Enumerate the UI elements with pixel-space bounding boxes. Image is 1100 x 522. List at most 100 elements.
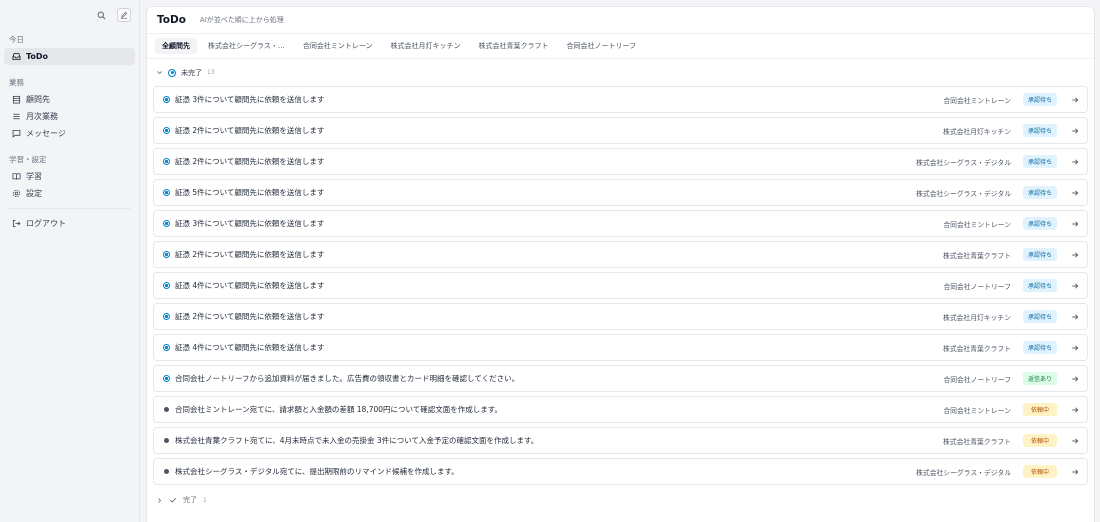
tab-client[interactable]: 合同会社ミントレーン bbox=[296, 38, 380, 54]
todo-row[interactable]: 合同会社ノートリーフから追加資料が届きました。広告費の領収書とカード明細を確認し… bbox=[153, 365, 1088, 392]
arrow-right-icon[interactable] bbox=[1071, 96, 1079, 104]
status-dot-icon bbox=[163, 96, 170, 103]
todo-client: 合同会社ノートリーフ bbox=[943, 375, 1011, 384]
gear-icon bbox=[12, 189, 21, 198]
tab-client[interactable]: 株式会社月灯キッチン bbox=[384, 38, 468, 54]
status-dot-icon bbox=[163, 282, 170, 289]
status-dot-icon bbox=[164, 469, 169, 474]
status-badge: 承認待ち bbox=[1023, 341, 1057, 354]
todo-text: 証憑 5件について顧問先に依頼を送信します bbox=[175, 188, 325, 197]
todo-row[interactable]: 証憑 2件について顧問先に依頼を送信します 株式会社月灯キッチン 承認待ち bbox=[153, 117, 1088, 144]
todo-row[interactable]: 証憑 4件について顧問先に依頼を送信します 株式会社青葉クラフト 承認待ち bbox=[153, 334, 1088, 361]
arrow-right-icon[interactable] bbox=[1071, 406, 1079, 414]
sidebar-item-learning[interactable]: 学習 bbox=[4, 168, 135, 185]
status-dot-icon bbox=[163, 127, 170, 134]
arrow-right-icon[interactable] bbox=[1071, 189, 1079, 197]
todo-text: 証憑 3件について顧問先に依頼を送信します bbox=[175, 219, 325, 228]
done-label: 完了 bbox=[183, 496, 197, 504]
group-done-header[interactable]: 完了 1 bbox=[147, 489, 1094, 511]
arrow-right-icon[interactable] bbox=[1071, 158, 1079, 166]
todo-list: 証憑 3件について顧問先に依頼を送信します 合同会社ミントレーン 承認待ち 証憑 2件… bbox=[147, 86, 1094, 485]
arrow-right-icon[interactable] bbox=[1071, 313, 1079, 321]
todo-client: 株式会社シーグラス・デジタル bbox=[916, 189, 1011, 198]
sidebar-item-clients[interactable]: 顧問先 bbox=[4, 91, 135, 108]
arrow-right-icon[interactable] bbox=[1071, 344, 1079, 352]
todo-row[interactable]: 証憑 2件について顧問先に依頼を送信します 株式会社青葉クラフト 承認待ち bbox=[153, 241, 1088, 268]
todo-client: 合同会社ミントレーン bbox=[943, 96, 1011, 105]
todo-client: 株式会社シーグラス・デジタル bbox=[916, 468, 1011, 477]
todo-text: 証憑 2件について顧問先に依頼を送信します bbox=[175, 126, 325, 135]
sidebar-toolbar bbox=[0, 0, 139, 30]
sidebar-item-todo[interactable]: ToDo bbox=[4, 48, 135, 65]
todo-row[interactable]: 証憑 5件について顧問先に依頼を送信します 株式会社シーグラス・デジタル 承認待ち bbox=[153, 179, 1088, 206]
todo-row[interactable]: 株式会社青葉クラフト宛てに、4月末時点で未入金の売掛金 3件について入金予定の確… bbox=[153, 427, 1088, 454]
status-dot-icon bbox=[163, 220, 170, 227]
sidebar: 今日 ToDo 業務 顧問先 月次業務 メッセージ 学習・設定 学習 設定 ログ… bbox=[0, 0, 140, 522]
sidebar-item-monthly[interactable]: 月次業務 bbox=[4, 108, 135, 125]
status-badge: 承認待ち bbox=[1023, 279, 1057, 292]
status-badge: 承認待ち bbox=[1023, 217, 1057, 230]
inbox-icon bbox=[12, 52, 21, 61]
status-ring-icon bbox=[168, 68, 176, 77]
building-icon bbox=[12, 95, 21, 104]
todo-text: 証憑 3件について顧問先に依頼を送信します bbox=[175, 95, 325, 104]
todo-text: 証憑 2件について顧問先に依頼を送信します bbox=[175, 312, 325, 321]
arrow-right-icon[interactable] bbox=[1071, 437, 1079, 445]
tab-client[interactable]: 合同会社ノートリーフ bbox=[560, 38, 644, 54]
status-dot-icon bbox=[163, 189, 170, 196]
todo-text: 合同会社ミントレーン宛てに、請求額と入金額の差額 18,700円について確認文面… bbox=[175, 405, 503, 414]
group-count: 13 bbox=[207, 69, 215, 76]
logout-icon bbox=[12, 219, 21, 228]
status-badge: 依頼中 bbox=[1023, 403, 1057, 416]
todo-row[interactable]: 証憑 4件について顧問先に依頼を送信します 合同会社ノートリーフ 承認待ち bbox=[153, 272, 1088, 299]
todo-row[interactable]: 株式会社シーグラス・デジタル宛てに、提出期限前のリマインド候補を作成します。 株式… bbox=[153, 458, 1088, 485]
arrow-right-icon[interactable] bbox=[1071, 468, 1079, 476]
logout-button[interactable]: ログアウト bbox=[4, 215, 135, 232]
page-subtitle: AIが並べた順に上から処理 bbox=[199, 16, 284, 24]
check-icon bbox=[169, 497, 177, 503]
status-dot-icon bbox=[163, 251, 170, 258]
status-dot-icon bbox=[163, 158, 170, 165]
arrow-right-icon[interactable] bbox=[1071, 282, 1079, 290]
tab-client[interactable]: 株式会社シーグラス・… bbox=[201, 38, 292, 54]
tab-all-clients[interactable]: 全顧問先 bbox=[155, 38, 197, 54]
todo-row[interactable]: 合同会社ミントレーン宛てに、請求額と入金額の差額 18,700円について確認文面… bbox=[153, 396, 1088, 423]
main-panel: ToDo AIが並べた順に上から処理 全顧問先 株式会社シーグラス・… 合同会社… bbox=[146, 6, 1095, 522]
status-dot-icon bbox=[164, 407, 169, 412]
sidebar-section-work: 業務 bbox=[9, 78, 24, 87]
todo-text: 証憑 2件について顧問先に依頼を送信します bbox=[175, 250, 325, 259]
logout-label: ログアウト bbox=[26, 219, 66, 228]
done-count: 1 bbox=[203, 496, 207, 504]
sidebar-item-label: ToDo bbox=[26, 52, 49, 61]
tab-client[interactable]: 株式会社青葉クラフト bbox=[472, 38, 556, 54]
todo-text: 合同会社ノートリーフから追加資料が届きました。広告費の領収書とカード明細を確認し… bbox=[175, 374, 520, 383]
status-dot-icon bbox=[163, 344, 170, 351]
status-badge: 承認待ち bbox=[1023, 93, 1057, 106]
sidebar-item-settings[interactable]: 設定 bbox=[4, 185, 135, 202]
todo-text: 証憑 4件について顧問先に依頼を送信します bbox=[175, 343, 325, 352]
status-badge: 依頼中 bbox=[1023, 465, 1057, 478]
status-dot-icon bbox=[164, 438, 169, 443]
sidebar-section-learn-settings: 学習・設定 bbox=[9, 155, 47, 164]
todo-row[interactable]: 証憑 2件について顧問先に依頼を送信します 株式会社月灯キッチン 承認待ち bbox=[153, 303, 1088, 330]
sidebar-item-label: 設定 bbox=[26, 189, 42, 198]
client-tabs: 全顧問先 株式会社シーグラス・… 合同会社ミントレーン 株式会社月灯キッチン 株… bbox=[147, 34, 1094, 59]
arrow-right-icon[interactable] bbox=[1071, 375, 1079, 383]
todo-row[interactable]: 証憑 3件について顧問先に依頼を送信します 合同会社ミントレーン 承認待ち bbox=[153, 210, 1088, 237]
sidebar-item-label: 月次業務 bbox=[26, 112, 58, 121]
compose-icon[interactable] bbox=[117, 8, 131, 22]
todo-client: 株式会社青葉クラフト bbox=[943, 437, 1011, 446]
status-dot-icon bbox=[163, 375, 170, 382]
message-icon bbox=[12, 129, 21, 138]
arrow-right-icon[interactable] bbox=[1071, 220, 1079, 228]
status-badge: 依頼中 bbox=[1023, 434, 1057, 447]
search-icon[interactable] bbox=[94, 8, 108, 22]
sidebar-item-label: 顧問先 bbox=[26, 95, 50, 104]
arrow-right-icon[interactable] bbox=[1071, 251, 1079, 259]
status-badge: 承認待ち bbox=[1023, 248, 1057, 261]
todo-row[interactable]: 証憑 3件について顧問先に依頼を送信します 合同会社ミントレーン 承認待ち bbox=[153, 86, 1088, 113]
todo-row[interactable]: 証憑 2件について顧問先に依頼を送信します 株式会社シーグラス・デジタル 承認待ち bbox=[153, 148, 1088, 175]
group-incomplete-header[interactable]: 未完了 13 bbox=[147, 59, 1094, 86]
arrow-right-icon[interactable] bbox=[1071, 127, 1079, 135]
sidebar-item-messages[interactable]: メッセージ bbox=[4, 125, 135, 142]
